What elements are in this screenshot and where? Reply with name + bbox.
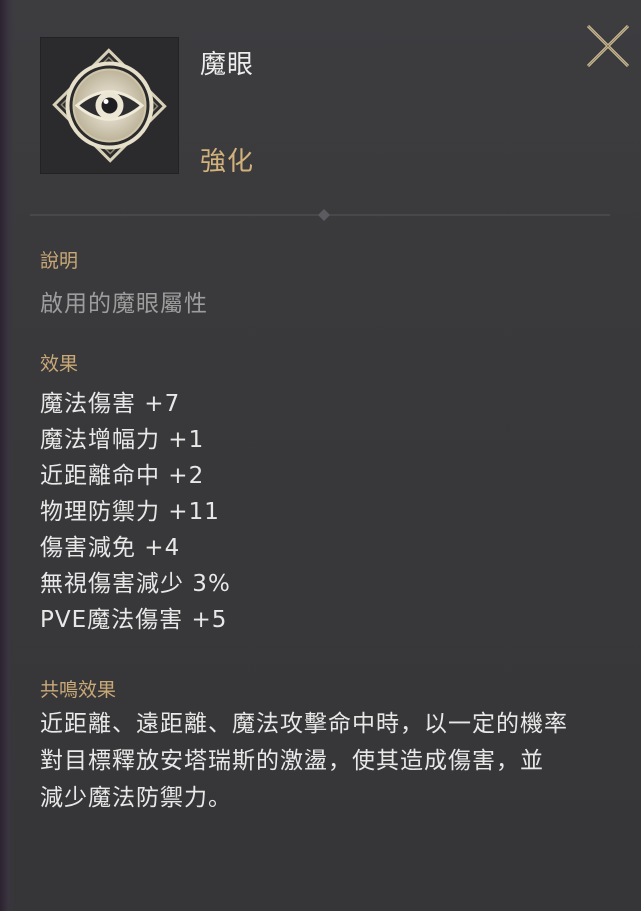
eye-emblem-icon: [52, 48, 167, 163]
resonance-line: 減少魔法防禦力。: [40, 785, 232, 811]
item-icon-frame: [40, 37, 179, 174]
description-text: 啟用的魔眼屬性: [40, 291, 208, 317]
resonance-line: 近距離、遠距離、魔法攻擊命中時，以一定的機率: [40, 711, 568, 737]
close-button[interactable]: [582, 20, 634, 72]
item-grade: 強化: [200, 147, 255, 177]
effect-item: PVE魔法傷害 +5: [40, 607, 228, 633]
effect-item: 近距離命中 +2: [40, 463, 205, 489]
resonance-label: 共鳴效果: [40, 679, 117, 701]
item-tooltip-panel: 魔眼 強化 說明 啟用的魔眼屬性 效果 魔法傷害 +7 魔法增幅力 +1 近距離…: [0, 0, 641, 911]
resonance-text: 近距離、遠距離、魔法攻擊命中時，以一定的機率 對目標釋放安塔瑞斯的激盪，使其造成…: [40, 706, 640, 817]
effect-item: 傷害減免 +4: [40, 535, 181, 561]
effect-item: 魔法增幅力 +1: [40, 427, 205, 453]
effect-item: 無視傷害減少 3%: [40, 571, 231, 597]
close-icon: [586, 24, 630, 68]
effects-list: 魔法傷害 +7 魔法增幅力 +1 近距離命中 +2 物理防禦力 +11 傷害減免…: [40, 386, 231, 638]
effects-label: 效果: [40, 353, 79, 375]
description-label: 說明: [40, 250, 79, 272]
header-divider: [30, 209, 610, 221]
item-name: 魔眼: [200, 50, 255, 80]
resonance-line: 對目標釋放安塔瑞斯的激盪，使其造成傷害，並: [40, 748, 544, 774]
effect-item: 物理防禦力 +11: [40, 499, 220, 525]
panel-left-edge: [0, 0, 14, 911]
effect-item: 魔法傷害 +7: [40, 391, 181, 417]
